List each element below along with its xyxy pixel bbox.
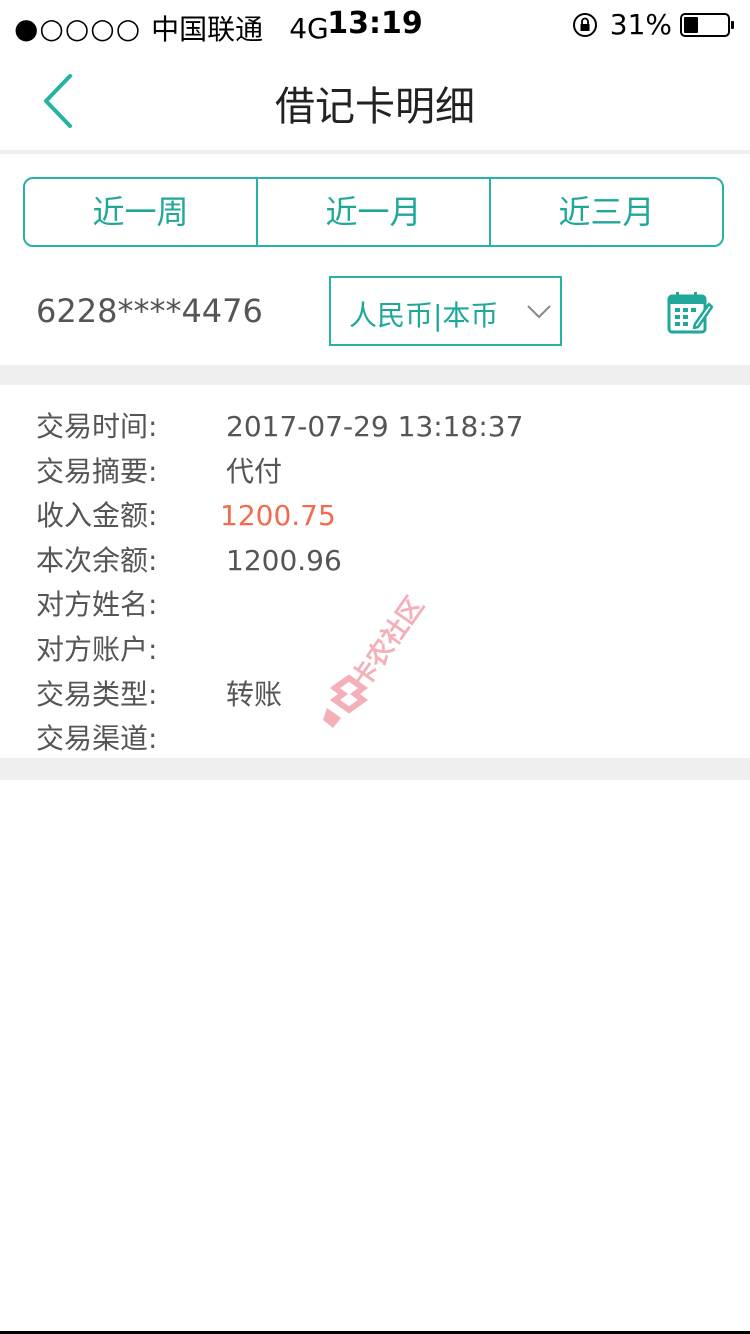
tab-last-three-months[interactable]: 近三月 xyxy=(489,179,722,245)
rotation-lock-icon xyxy=(572,12,597,37)
calendar-edit-icon[interactable] xyxy=(667,290,713,336)
detail-label: 交易摘要: xyxy=(36,454,158,488)
tab-last-month[interactable]: 近一月 xyxy=(256,179,489,245)
detail-value: 1200.96 xyxy=(226,543,342,577)
detail-label: 对方账户: xyxy=(36,632,158,666)
detail-value: 代付 xyxy=(226,454,283,488)
detail-label: 收入金额: xyxy=(36,499,158,533)
detail-value: 2017-07-29 13:18:37 xyxy=(226,410,524,443)
status-right: 31% xyxy=(572,8,736,41)
page-title: 借记卡明细 xyxy=(275,84,475,130)
detail-label: 交易类型: xyxy=(36,677,158,711)
detail-label: 本次余额: xyxy=(36,543,158,577)
section-divider xyxy=(0,758,750,780)
currency-select-value: 人民币|本币 xyxy=(349,299,499,332)
detail-row-summary: 交易摘要: 代付 xyxy=(36,450,716,495)
detail-row-balance: 本次余额: 1200.96 xyxy=(36,539,716,584)
detail-row-time: 交易时间: 2017-07-29 13:18:37 xyxy=(36,405,716,450)
period-tabs: 近一周 近一月 近三月 xyxy=(23,177,724,247)
status-bar: ●○○○○ 中国联通 4G 13:19 31% xyxy=(0,0,750,50)
income-amount: 1200.75 xyxy=(220,499,336,533)
svg-text:卡农社区: 卡农社区 xyxy=(345,591,430,694)
battery-percent: 31% xyxy=(609,8,672,41)
detail-label: 对方姓名: xyxy=(36,588,158,622)
card-number: 6228****4476 xyxy=(36,292,263,330)
nav-bar: 借记卡明细 xyxy=(0,50,750,154)
detail-label: 交易时间: xyxy=(36,410,158,443)
tab-last-week[interactable]: 近一周 xyxy=(25,179,256,245)
watermark-logo: 卡农社区 xyxy=(323,591,430,728)
detail-row-income: 收入金额: 1200.75 xyxy=(36,494,716,539)
detail-value: 转账 xyxy=(226,677,283,711)
detail-label: 交易渠道: xyxy=(36,722,158,756)
currency-select[interactable]: 人民币|本币 xyxy=(329,276,562,346)
chevron-down-icon xyxy=(527,305,551,319)
battery-icon xyxy=(680,12,734,37)
section-divider xyxy=(0,365,750,385)
